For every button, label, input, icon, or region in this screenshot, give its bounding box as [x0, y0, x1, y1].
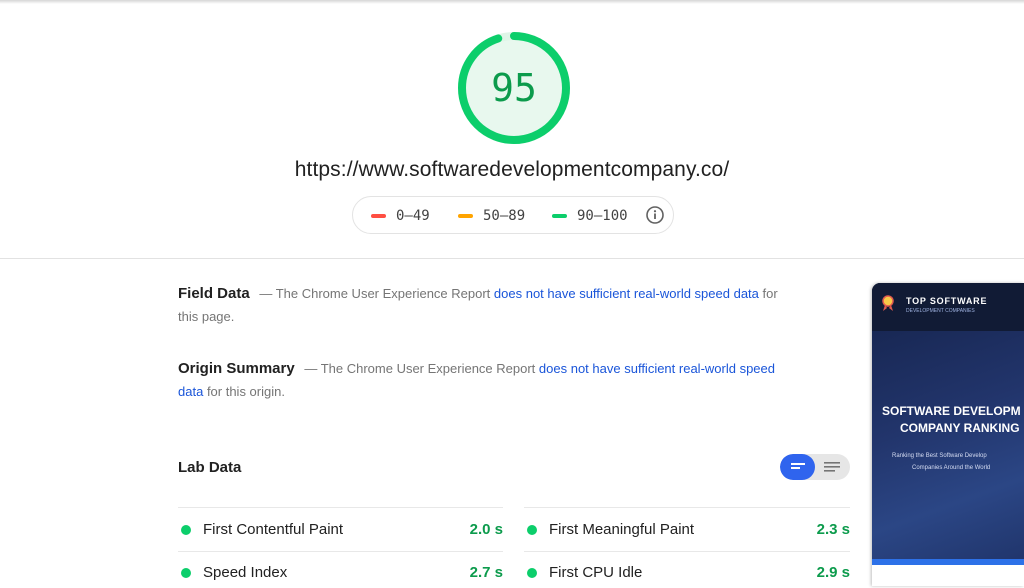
origin-summary-suffix: for this origin.: [206, 384, 285, 399]
thumbnail-subtext: Ranking the Best Software Develop Compan…: [892, 450, 1024, 474]
metric-divider: [178, 507, 503, 508]
field-data-title: Field Data: [178, 285, 250, 302]
metric-value: 2.3 s: [816, 521, 850, 538]
legend-item-fail: 0–49: [371, 207, 430, 225]
thumbnail-header: TOP SOFTWARE DEVELOPMENT COMPANIES: [872, 283, 1024, 331]
thumbnail-bottom-bar: [872, 559, 1024, 565]
score-legend: 0–49 50–89 90–100: [352, 196, 674, 234]
report-url: https://www.softwaredevelopmentcompany.c…: [294, 158, 730, 181]
red-dash-icon: [371, 214, 386, 218]
field-data-link[interactable]: does not have sufficient real-world spee…: [494, 286, 759, 301]
metric-divider: [524, 507, 850, 508]
legend-item-pass: 90–100: [552, 207, 628, 225]
section-divider: [0, 258, 1024, 259]
metric-divider: [178, 551, 503, 552]
origin-summary-section: Origin Summary — The Chrome User Experie…: [178, 357, 798, 403]
list-icon: [824, 462, 840, 472]
metric-value: 2.9 s: [816, 564, 850, 581]
origin-summary-prefix: — The Chrome User Experience Report: [304, 361, 536, 376]
metric-speed-index: Speed Index 2.7 s: [178, 558, 503, 588]
thumbnail-subtext-line1: Ranking the Best Software Develop: [892, 453, 987, 459]
thumbnail-heading: SOFTWARE DEVELOPM COMPANY RANKING: [882, 403, 1024, 437]
award-logo-icon: [882, 295, 894, 311]
legend-label-fail: 0–49: [396, 208, 430, 224]
orange-dash-icon: [458, 214, 473, 218]
bar-chart-view-button[interactable]: [780, 454, 815, 480]
pass-dot-icon: [527, 525, 537, 535]
field-data-section: Field Data — The Chrome User Experience …: [178, 282, 798, 328]
performance-score-gauge: 95: [456, 30, 572, 146]
metric-first-contentful-paint: First Contentful Paint 2.0 s: [178, 515, 503, 545]
lab-data-title: Lab Data: [178, 459, 242, 476]
page-screenshot-thumbnail[interactable]: TOP SOFTWARE DEVELOPMENT COMPANIES SOFTW…: [872, 283, 1024, 586]
green-dash-icon: [552, 214, 567, 218]
legend-label-average: 50–89: [483, 208, 526, 224]
origin-summary-title: Origin Summary: [178, 360, 295, 377]
thumbnail-brand-sub: DEVELOPMENT COMPANIES: [906, 308, 975, 314]
list-view-button[interactable]: [815, 454, 850, 480]
bar-chart-icon: [791, 463, 805, 469]
thumbnail-heading-line1: SOFTWARE DEVELOPM: [882, 404, 1021, 418]
metric-first-cpu-idle: First CPU Idle 2.9 s: [524, 558, 850, 588]
legend-label-pass: 90–100: [577, 208, 628, 224]
field-data-prefix: — The Chrome User Experience Report: [259, 286, 491, 301]
performance-score: 95: [491, 66, 537, 110]
metrics-view-toggle: [780, 454, 850, 480]
thumbnail-heading-line2: COMPANY RANKING: [900, 421, 1020, 435]
info-icon[interactable]: [645, 205, 665, 225]
pass-dot-icon: [527, 568, 537, 578]
pass-dot-icon: [181, 525, 191, 535]
metric-divider: [524, 551, 850, 552]
metric-value: 2.7 s: [469, 564, 503, 581]
metric-label: First Contentful Paint: [203, 521, 344, 538]
metric-label: First CPU Idle: [549, 564, 643, 581]
metric-first-meaningful-paint: First Meaningful Paint 2.3 s: [524, 515, 850, 545]
thumbnail-subtext-line2: Companies Around the World: [912, 465, 991, 471]
pass-dot-icon: [181, 568, 191, 578]
thumbnail-brand: TOP SOFTWARE: [906, 296, 988, 306]
metric-value: 2.0 s: [469, 521, 503, 538]
legend-item-average: 50–89: [458, 207, 525, 225]
top-shadow: [0, 0, 1024, 4]
metric-label: First Meaningful Paint: [549, 521, 695, 538]
metric-label: Speed Index: [203, 564, 288, 581]
